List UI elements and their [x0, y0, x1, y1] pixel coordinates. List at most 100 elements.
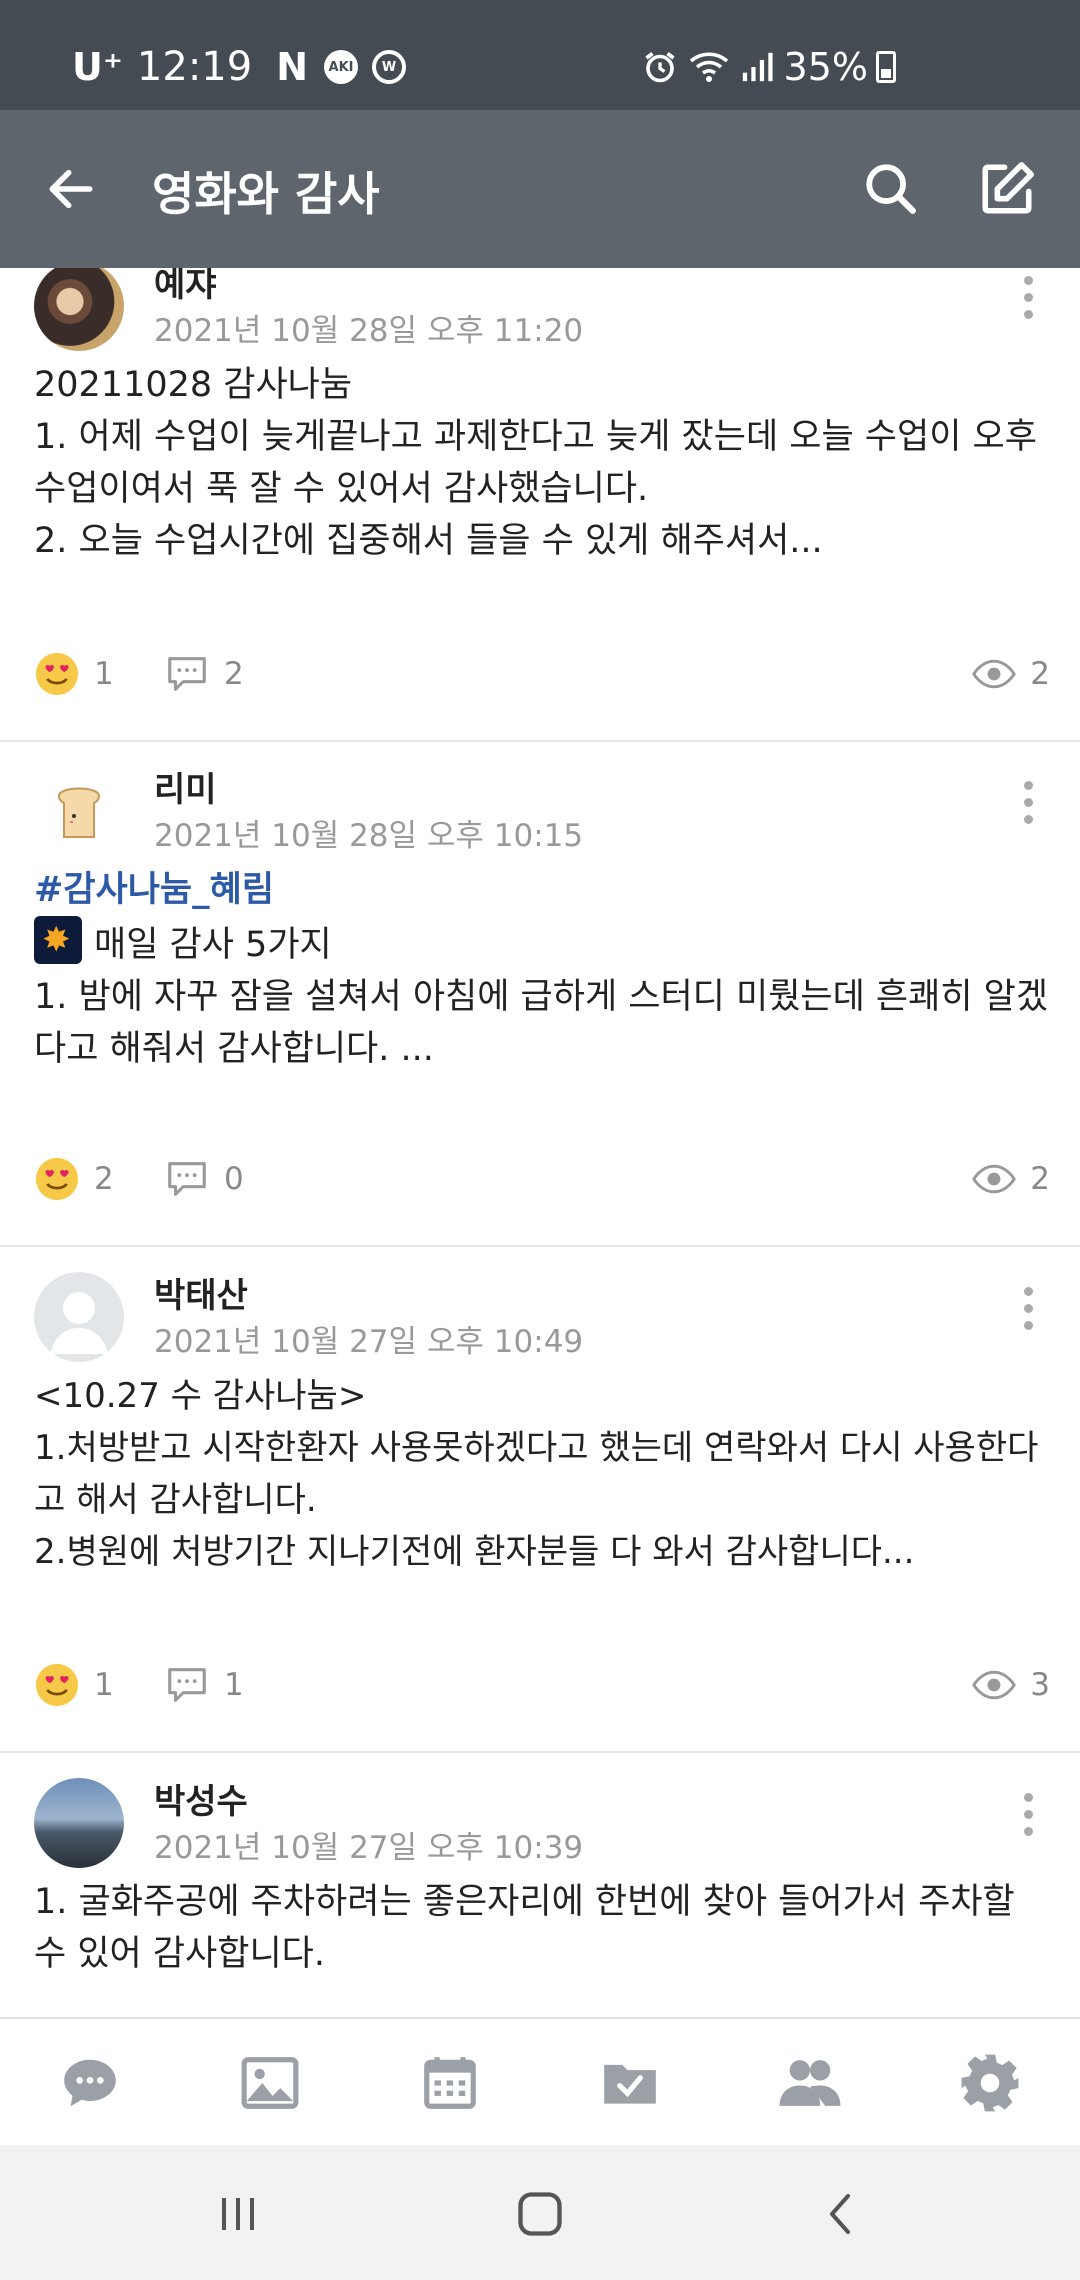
post-body-text: 1. 밤에 자꾸 잠을 설쳐서 아침에 급하게 스터디 미뤘는데 흔쾌히 알겠다… [34, 977, 1049, 1069]
comment-button[interactable]: 1 [164, 1657, 244, 1713]
post-author[interactable]: 리미 [154, 762, 217, 811]
system-navigation-bar [0, 2145, 1080, 2280]
tab-chat[interactable] [52, 2045, 128, 2121]
write-button[interactable] [972, 154, 1042, 224]
eye-icon [972, 1670, 1017, 1700]
post-actions: 2 0 2 [34, 1151, 1050, 1207]
search-button[interactable] [856, 154, 926, 224]
dot-icon [1023, 797, 1033, 807]
comment-button[interactable]: 2 [164, 646, 244, 702]
comment-count: 1 [224, 1667, 244, 1703]
post-author[interactable]: 예쟈 [154, 268, 217, 306]
aki-notification-icon: AKI [324, 50, 359, 84]
tab-members[interactable] [772, 2045, 848, 2121]
post-author[interactable]: 박태산 [154, 1268, 248, 1317]
fireworks-emoji-icon [34, 916, 82, 964]
battery-percent: 35% [783, 45, 868, 89]
members-icon [779, 2060, 841, 2106]
more-options-button[interactable] [1010, 762, 1046, 842]
post-actions: 1 1 3 [34, 1657, 1050, 1713]
heart-eyes-emoji-icon [35, 652, 79, 696]
heart-eyes-emoji-icon [35, 1157, 79, 1201]
dot-icon [1023, 814, 1033, 824]
more-options-button[interactable] [1010, 1774, 1046, 1854]
reaction-button[interactable]: 2 [34, 1151, 114, 1207]
app-bar: 영화와 감사 [0, 110, 1080, 268]
post-body[interactable]: #감사나눔_혜림 매일 감사 5가지 1. 밤에 자꾸 잠을 설쳐서 아침에 급… [34, 864, 1054, 1075]
views: 3 [972, 1657, 1050, 1713]
post-body[interactable]: 1. 굴화주공에 주차하려는 좋은자리에 한번에 찾아 들어가서 주차할 수 있… [34, 1876, 1054, 1980]
dot-icon [1023, 1792, 1033, 1802]
tab-calendar[interactable] [412, 2045, 488, 2121]
post-date: 2021년 10월 27일 오후 10:49 [154, 1324, 584, 1360]
post-date: 2021년 10월 28일 오후 10:15 [154, 818, 584, 854]
comment-icon [168, 1162, 206, 1196]
carrier-label: U⁺ [72, 45, 123, 89]
more-options-button[interactable] [1010, 268, 1046, 337]
tab-files[interactable] [592, 2045, 668, 2121]
tab-settings[interactable] [952, 2045, 1028, 2121]
recents-button[interactable] [198, 2179, 278, 2249]
post-item[interactable]: 리미 2021년 10월 28일 오후 10:15 #감사나눔_혜림 매일 감사… [0, 742, 1080, 1247]
more-options-button[interactable] [1010, 1268, 1046, 1348]
back-icon [830, 2194, 850, 2234]
comment-count: 2 [224, 656, 244, 692]
comment-button[interactable]: 0 [164, 1151, 244, 1207]
post-actions: 1 2 2 [34, 646, 1050, 702]
avatar[interactable] [34, 1778, 124, 1868]
bread-character-icon [57, 787, 101, 838]
dot-icon [1023, 1303, 1033, 1313]
dot-icon [1023, 275, 1033, 285]
dot-icon [1023, 780, 1033, 790]
status-left: U⁺ 12:19 N AKI W [72, 42, 420, 92]
post-headline: 매일 감사 5가지 [94, 925, 332, 965]
comment-icon [168, 1668, 206, 1702]
view-count: 2 [1030, 1161, 1050, 1197]
reaction-count: 1 [94, 656, 114, 692]
settings-icon [961, 2054, 1019, 2112]
post-item[interactable]: 예쟈 2021년 10월 28일 오후 11:20 20211028 감사나눔 … [0, 268, 1080, 742]
write-icon [982, 162, 1034, 214]
status-bar: U⁺ 12:19 N AKI W 35% [0, 0, 1080, 110]
views: 2 [972, 646, 1050, 702]
post-body[interactable]: 20211028 감사나눔 1. 어제 수업이 늦게끝나고 과제한다고 늦게 잤… [34, 359, 1054, 567]
back-button[interactable] [36, 154, 106, 224]
tab-photos[interactable] [232, 2045, 308, 2121]
wifi-icon [689, 52, 728, 82]
w-notification-icon: W [372, 50, 407, 84]
avatar[interactable] [34, 1272, 124, 1362]
home-icon [518, 2192, 562, 2236]
post-date: 2021년 10월 28일 오후 11:20 [154, 313, 584, 349]
battery-icon [876, 51, 896, 83]
clock: 12:19 [136, 44, 253, 90]
default-avatar-icon [50, 1292, 108, 1354]
post-author[interactable]: 박성수 [154, 1774, 248, 1823]
signal-icon [742, 52, 773, 82]
search-icon [866, 164, 916, 214]
reaction-button[interactable]: 1 [34, 646, 114, 702]
eye-icon [972, 659, 1017, 689]
dot-icon [1023, 1320, 1033, 1330]
dot-icon [1023, 1286, 1033, 1296]
folder-check-icon [604, 2064, 656, 2104]
home-button[interactable] [500, 2179, 580, 2249]
back-arrow-icon [49, 169, 93, 209]
reaction-button[interactable]: 1 [34, 1657, 114, 1713]
view-count: 3 [1030, 1667, 1050, 1703]
post-date: 2021년 10월 27일 오후 10:39 [154, 1830, 584, 1866]
view-count: 2 [1030, 656, 1050, 692]
avatar[interactable] [34, 268, 124, 351]
post-body[interactable]: <10.27 수 감사나눔> 1.처방받고 시작한환자 사용못하겠다고 했는데 … [34, 1370, 1054, 1578]
post-feed[interactable]: 예쟈 2021년 10월 28일 오후 11:20 20211028 감사나눔 … [0, 268, 1080, 2018]
reaction-count: 1 [94, 1667, 114, 1703]
reaction-count: 2 [94, 1161, 114, 1197]
avatar[interactable] [34, 766, 124, 856]
comment-icon [168, 657, 206, 691]
status-right: 35% [642, 42, 896, 92]
views: 2 [972, 1151, 1050, 1207]
nav-back-button[interactable] [802, 2179, 882, 2249]
post-hashtag[interactable]: #감사나눔_혜림 [34, 864, 1054, 916]
post-item[interactable]: 박태산 2021년 10월 27일 오후 10:49 <10.27 수 감사나눔… [0, 1248, 1080, 1753]
post-item[interactable]: 박성수 2021년 10월 27일 오후 10:39 1. 굴화주공에 주차하려… [0, 1754, 1080, 2018]
bottom-tab-bar [0, 2017, 1080, 2145]
